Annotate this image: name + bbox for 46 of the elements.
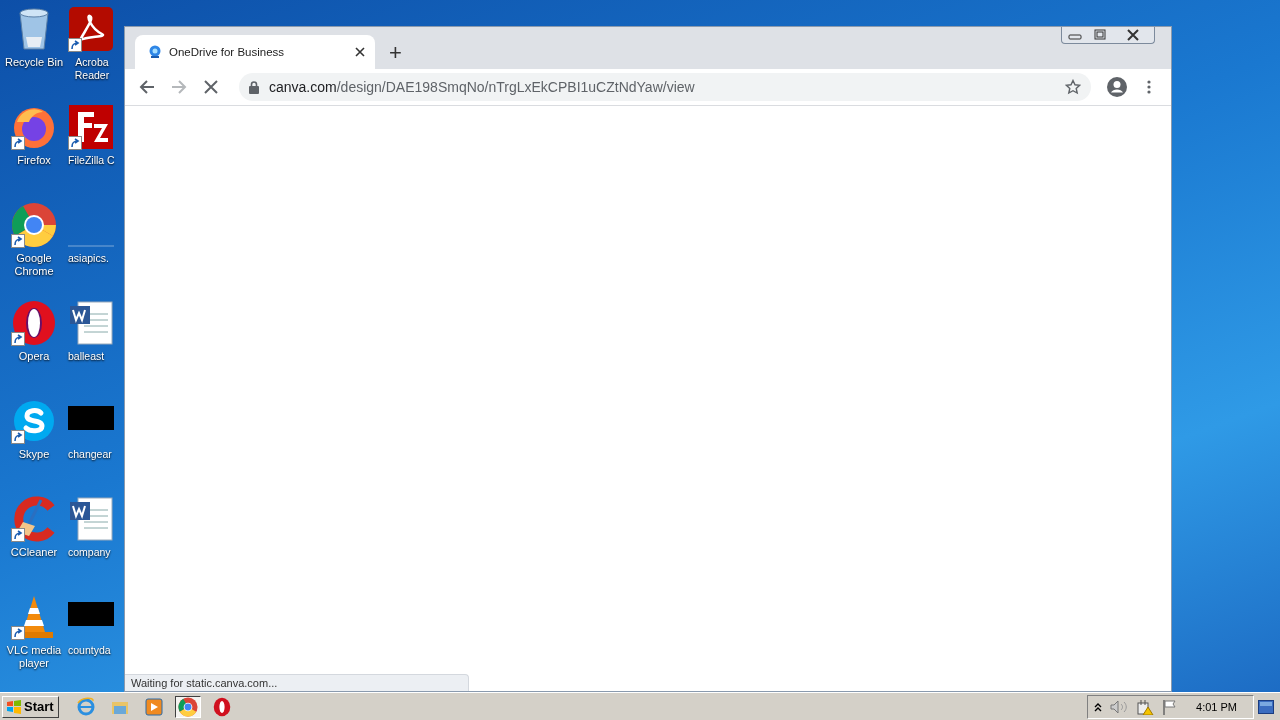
icon-label: changear (68, 448, 112, 461)
show-desktop-icon[interactable] (1258, 699, 1274, 714)
star-icon[interactable] (1065, 79, 1081, 95)
icon-label: Acroba Reader (73, 56, 111, 82)
speaker-icon[interactable] (1110, 699, 1129, 714)
filezilla-icon[interactable] (68, 104, 114, 150)
url-text: canva.com/design/DAE198SmqNo/nTrgLxEkCPBI1uCZtNdYaw/view (269, 79, 695, 95)
back-arrow-icon[interactable] (139, 79, 155, 95)
icon-label: balleast (68, 350, 105, 363)
icon-label: VLC media player (5, 644, 63, 670)
start-button[interactable]: Start (2, 695, 59, 718)
new-tab-button[interactable]: + (389, 43, 402, 63)
icon-label: Recycle Bin (4, 56, 64, 69)
icon-label: countyda (68, 644, 111, 657)
word-document-icon[interactable] (68, 496, 114, 542)
icon-label: FileZilla C (68, 154, 115, 167)
close-tab-icon[interactable] (355, 47, 365, 57)
lock-icon[interactable] (249, 80, 259, 94)
opera-icon[interactable] (211, 696, 232, 717)
network-warning-icon[interactable] (1136, 698, 1155, 715)
profile-icon[interactable] (1107, 77, 1127, 97)
clock[interactable]: 4:01 PM (1196, 700, 1237, 713)
chrome-icon[interactable] (11, 202, 57, 248)
document-icon[interactable] (68, 6, 114, 52)
skype-icon[interactable] (11, 398, 57, 444)
ccleaner-icon[interactable] (11, 496, 57, 542)
windows-logo-icon (6, 699, 22, 714)
menu-icon[interactable] (1147, 80, 1151, 94)
stop-loading-icon[interactable] (204, 80, 218, 94)
icon-label: Google Chrome (13, 252, 55, 278)
icon-label: CCleaner (10, 546, 58, 559)
status-bubble: Waiting for static.canva.com... (125, 674, 469, 691)
address-bar[interactable]: canva.com/design/DAE198SmqNo/nTrgLxEkCPBI1uCZtNdYaw/view (239, 73, 1091, 101)
opera-icon[interactable] (11, 300, 57, 346)
icon-label: company (68, 546, 111, 559)
icon-label: Opera (18, 350, 50, 363)
word-document-icon[interactable] (68, 300, 114, 346)
browser-tab[interactable]: OneDrive for Business (135, 35, 375, 69)
media-player-icon[interactable] (143, 696, 164, 717)
chevron-up-icon[interactable] (1094, 701, 1103, 712)
icon-label: asiapics. (68, 252, 109, 265)
flag-icon[interactable] (1162, 698, 1179, 715)
icon-label: Skype (18, 448, 50, 461)
onedrive-icon (149, 45, 161, 59)
chrome-icon[interactable] (177, 696, 198, 717)
icon-label: Firefox (17, 154, 51, 167)
